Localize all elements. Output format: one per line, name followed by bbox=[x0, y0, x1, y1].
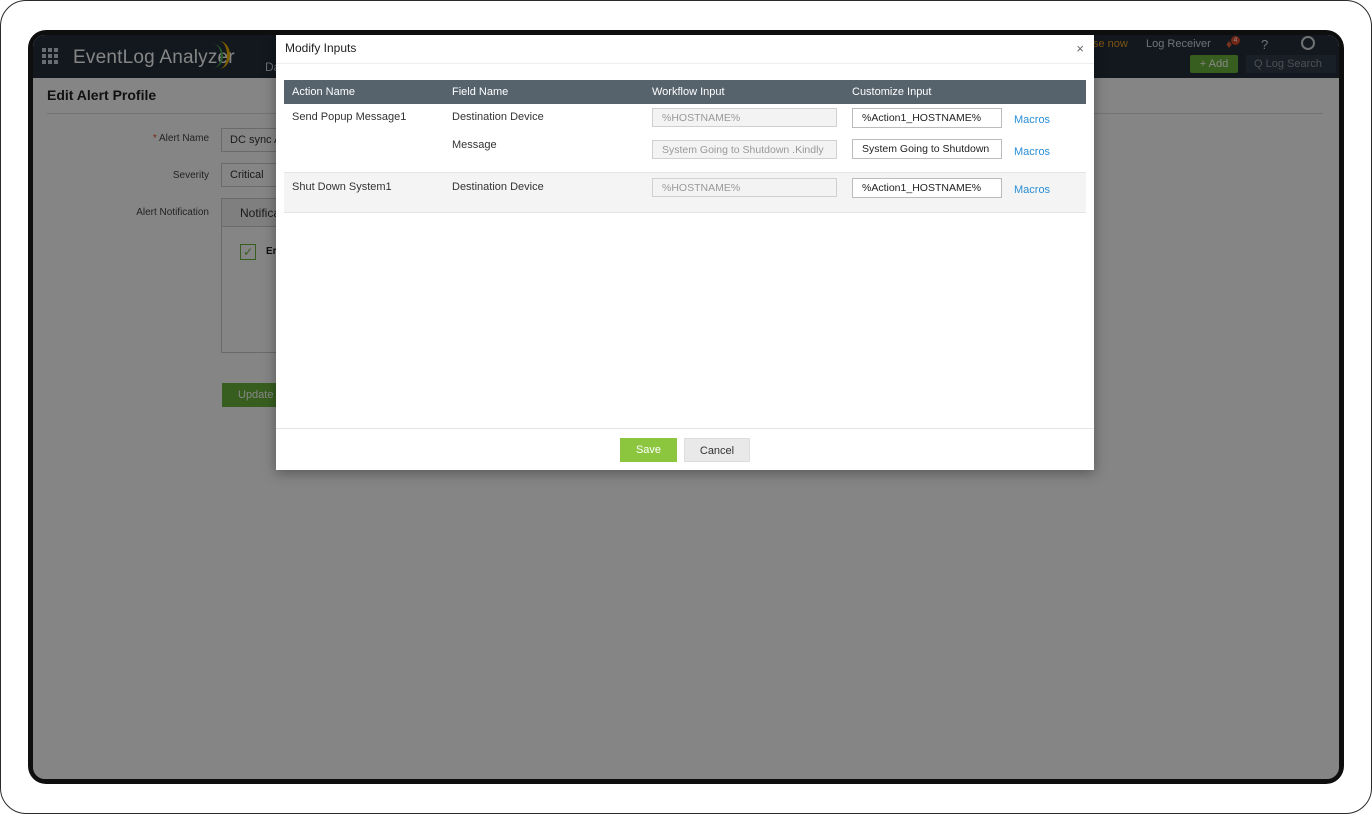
macros-link[interactable]: Macros bbox=[1014, 146, 1050, 158]
divider bbox=[276, 63, 1094, 64]
field-name-cell: Destination Device bbox=[452, 181, 544, 193]
macros-link[interactable]: Macros bbox=[1014, 114, 1050, 126]
customize-input-field[interactable]: %Action1_HOSTNAME% bbox=[852, 108, 1002, 128]
close-icon[interactable]: × bbox=[1076, 41, 1084, 56]
workflow-input-field: System Going to Shutdown .Kindly bbox=[652, 140, 837, 159]
table-row: Send Popup Message1 Destination Device %… bbox=[284, 104, 1086, 173]
field-name-cell: Message bbox=[452, 139, 497, 151]
macros-link[interactable]: Macros bbox=[1014, 184, 1050, 196]
column-header-customize-input: Customize Input bbox=[852, 86, 932, 98]
customize-input-field[interactable]: System Going to Shutdown bbox=[852, 139, 1002, 159]
action-name-cell: Shut Down System1 bbox=[292, 181, 392, 193]
table-header: Action Name Field Name Workflow Input Cu… bbox=[284, 80, 1086, 104]
action-name-cell: Send Popup Message1 bbox=[292, 111, 407, 123]
column-header-workflow-input: Workflow Input bbox=[652, 86, 725, 98]
inputs-table: Action Name Field Name Workflow Input Cu… bbox=[284, 80, 1086, 213]
save-button[interactable]: Save bbox=[620, 438, 677, 462]
workflow-input-field: %HOSTNAME% bbox=[652, 108, 837, 127]
workflow-input-field: %HOSTNAME% bbox=[652, 178, 837, 197]
divider bbox=[276, 428, 1094, 429]
table-row: Shut Down System1 Destination Device %HO… bbox=[284, 173, 1086, 213]
dialog-title: Modify Inputs bbox=[285, 41, 357, 55]
column-header-field-name: Field Name bbox=[452, 86, 509, 98]
field-name-cell: Destination Device bbox=[452, 111, 544, 123]
modify-inputs-dialog: Modify Inputs × Action Name Field Name W… bbox=[276, 35, 1094, 470]
customize-input-field[interactable]: %Action1_HOSTNAME% bbox=[852, 178, 1002, 198]
cancel-button[interactable]: Cancel bbox=[684, 438, 750, 462]
app-screen: EventLog Analyzer Da se now Log Receiver… bbox=[33, 35, 1339, 779]
column-header-action-name: Action Name bbox=[292, 86, 355, 98]
